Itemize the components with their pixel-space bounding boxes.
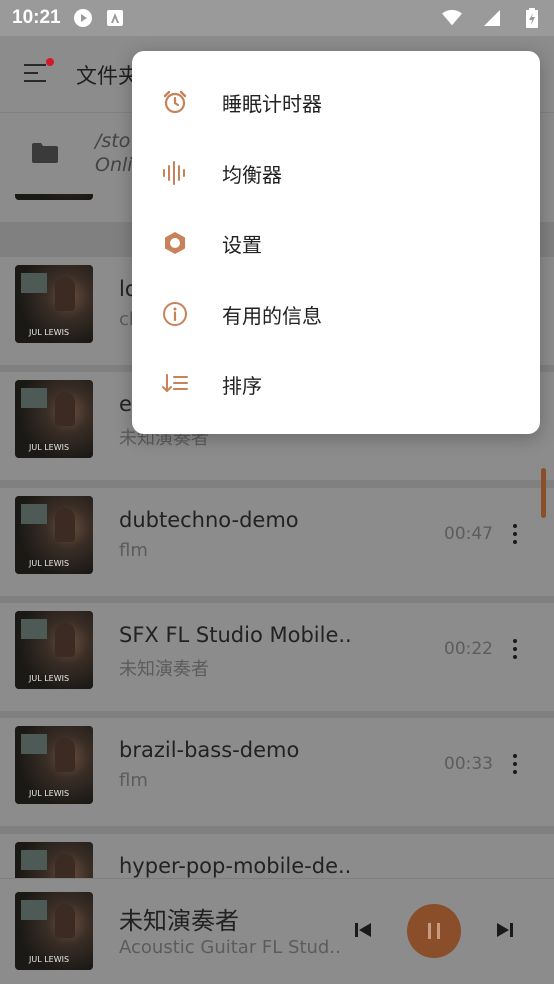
folder-path-line1: /sto — [95, 130, 131, 152]
track-duration: 00:33 — [444, 754, 493, 774]
menu-item-settings[interactable]: 设置 — [132, 207, 540, 277]
list-item[interactable]: JUL LEWIS dubtechno-demo flm 00:47 — [0, 488, 554, 596]
track-title: SFX FL Studio Mobile.. — [119, 623, 352, 647]
album-art: JUL LEWIS — [15, 496, 93, 574]
status-time: 10:21 — [12, 7, 61, 28]
settings-hexagon-icon — [162, 230, 188, 256]
now-playing-art: JUL LEWIS — [15, 892, 93, 970]
pause-button[interactable] — [407, 904, 461, 958]
track-artist: flm — [119, 770, 148, 791]
folder-icon — [32, 143, 58, 163]
sort-icon — [162, 371, 188, 397]
track-title: dubtechno-demo — [119, 508, 299, 532]
list-scrollbar[interactable] — [541, 468, 546, 518]
list-item[interactable]: JUL LEWIS hyper-pop-mobile-de.. — [0, 834, 554, 878]
overflow-menu: 睡眠计时器 均衡器 设置 有用的信息 排序 — [132, 51, 540, 434]
page-title: 文件夹 — [76, 64, 139, 88]
album-art: JUL LEWIS — [15, 194, 93, 200]
album-art: JUL LEWIS — [15, 265, 93, 343]
folder-path-line2: Onli — [95, 154, 133, 176]
menu-item-equalizer[interactable]: 均衡器 — [132, 137, 540, 207]
menu-item-sort[interactable]: 排序 — [132, 348, 540, 418]
track-title: brazil-bass-demo — [119, 738, 300, 762]
list-item[interactable]: JUL LEWIS SFX FL Studio Mobile.. 未知演奏者 0… — [0, 603, 554, 711]
play-notification-icon — [73, 8, 93, 28]
mini-player[interactable]: JUL LEWIS 未知演奏者 Acoustic Guitar FL Stud.… — [0, 878, 554, 984]
track-artist: flm — [119, 540, 148, 561]
more-options-button[interactable] — [505, 637, 525, 661]
track-duration: 00:47 — [444, 524, 493, 544]
now-playing-subtitle: Acoustic Guitar FL Stud.. — [119, 937, 341, 958]
app-notification-icon — [105, 8, 125, 28]
menu-item-info[interactable]: 有用的信息 — [132, 278, 540, 348]
list-item[interactable]: JUL LEWIS brazil-bass-demo flm 00:33 — [0, 718, 554, 826]
menu-item-label: 排序 — [222, 374, 262, 398]
menu-item-label: 睡眠计时器 — [222, 92, 322, 116]
info-icon — [162, 301, 188, 327]
track-artist: 未知演奏者 — [119, 659, 209, 680]
battery-icon — [522, 8, 542, 28]
menu-item-label: 有用的信息 — [222, 304, 322, 328]
menu-item-sleep-timer[interactable]: 睡眠计时器 — [132, 66, 540, 136]
alarm-clock-icon — [162, 89, 188, 115]
equalizer-icon — [162, 160, 188, 186]
album-art: JUL LEWIS — [15, 611, 93, 689]
folder-path: /sto Onli — [95, 129, 133, 177]
next-track-icon[interactable] — [494, 919, 516, 941]
status-bar: 10:21 — [0, 0, 554, 36]
album-art: JUL LEWIS — [15, 380, 93, 458]
notification-dot — [46, 58, 54, 66]
album-art: JUL LEWIS — [15, 842, 93, 878]
hamburger-menu-button[interactable] — [24, 58, 54, 88]
now-playing-title: 未知演奏者 — [119, 907, 239, 935]
menu-item-label: 设置 — [222, 233, 262, 257]
menu-item-label: 均衡器 — [222, 163, 282, 187]
previous-track-icon[interactable] — [352, 919, 374, 941]
track-duration: 00:22 — [444, 639, 493, 659]
album-art: JUL LEWIS — [15, 726, 93, 804]
more-options-button[interactable] — [505, 752, 525, 776]
track-title: e — [119, 392, 132, 416]
signal-icon — [482, 8, 502, 28]
more-options-button[interactable] — [505, 522, 525, 546]
pause-icon — [428, 923, 440, 939]
track-title: hyper-pop-mobile-de.. — [119, 854, 352, 878]
wifi-icon — [442, 8, 462, 28]
